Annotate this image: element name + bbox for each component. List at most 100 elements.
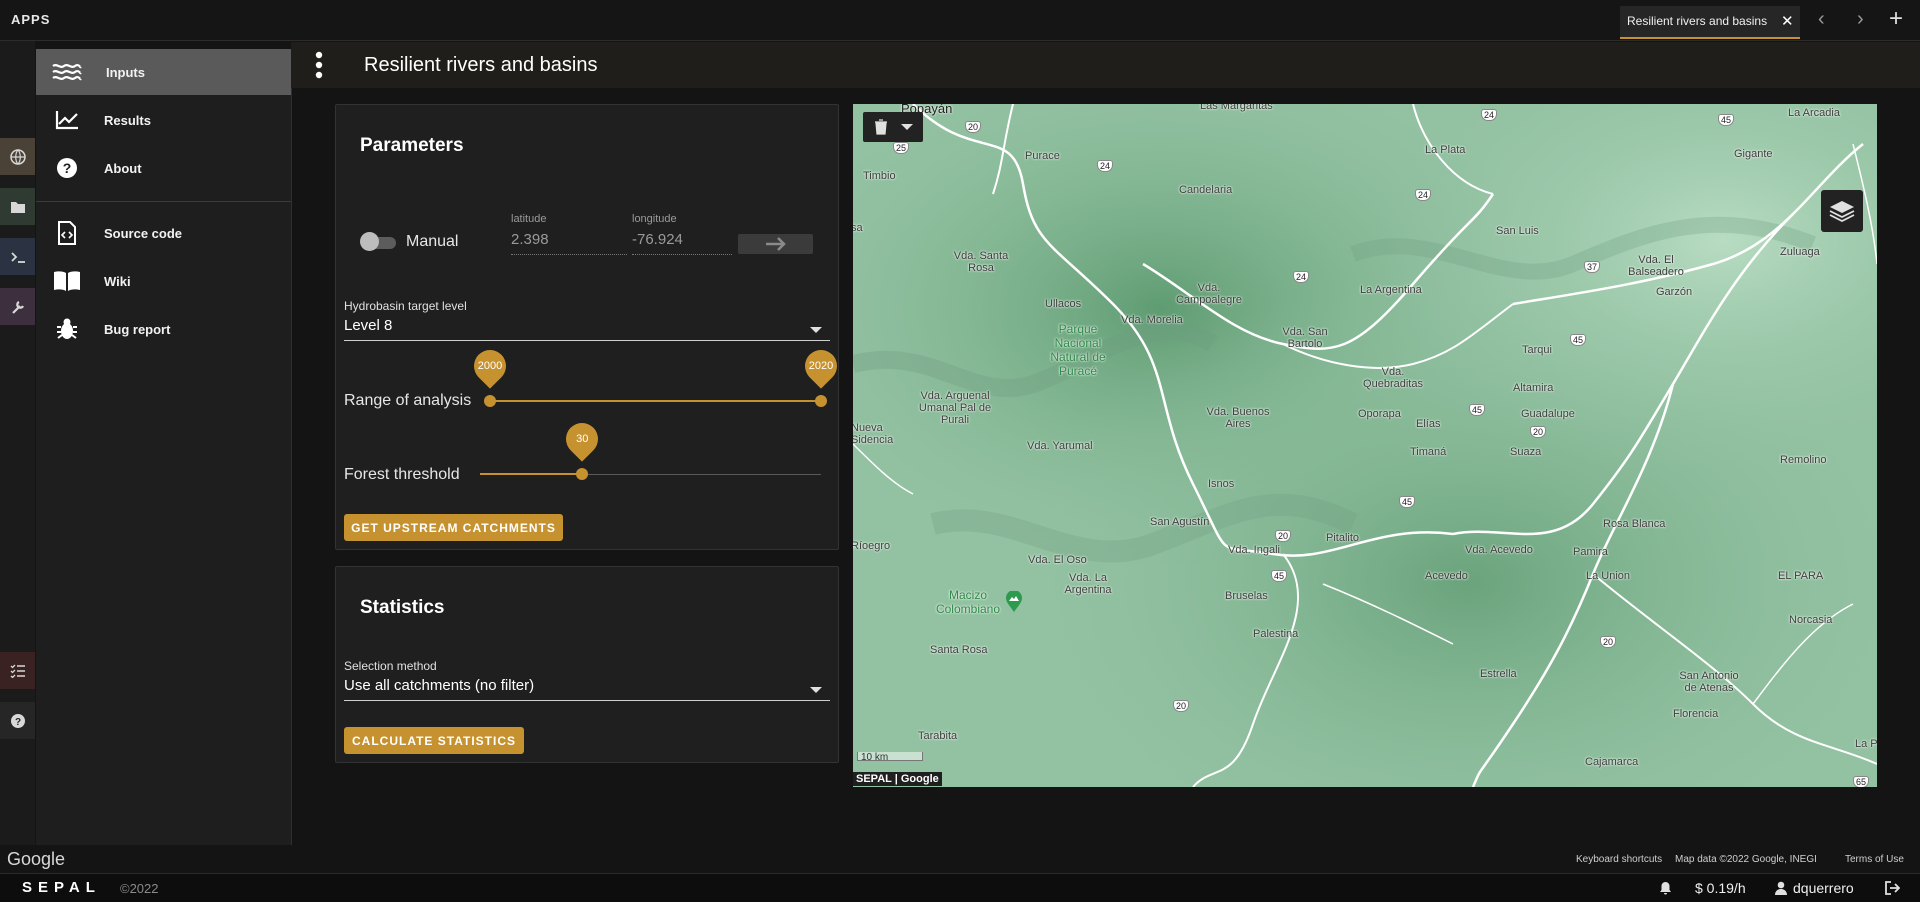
add-tab-icon[interactable]: + <box>1889 5 1903 33</box>
drawer-divider <box>36 201 291 202</box>
drawer-item-inputs[interactable]: Inputs <box>36 49 291 95</box>
map-place-label: Vda. Morelia <box>1121 314 1183 326</box>
map-place-label: Estrella <box>1480 668 1517 680</box>
map[interactable]: Popayán Purace Timbio La Plata Candelari… <box>853 104 1877 787</box>
map-place-label: Las Margaritas <box>1200 104 1273 112</box>
chevron-right-icon[interactable]: › <box>1857 8 1864 31</box>
map-place-label: Purace <box>1025 150 1060 162</box>
file-code-icon <box>50 219 84 247</box>
selection-method-value: Use all catchments (no filter) <box>344 677 535 694</box>
get-upstream-catchments-button[interactable]: GET UPSTREAM CATCHMENTS <box>344 514 563 541</box>
chevron-down-icon <box>810 687 822 693</box>
navigation-drawer: Inputs Results ? About Source code Wiki … <box>36 49 292 845</box>
route-shield: 24 <box>1293 271 1310 283</box>
map-place-label: Palestina <box>1253 628 1299 640</box>
chart-line-icon <box>50 106 84 134</box>
latitude-field[interactable]: latitude 2.398 <box>511 213 627 255</box>
user-icon <box>1775 881 1787 895</box>
drawer-item-source-code[interactable]: Source code <box>36 210 291 256</box>
longitude-underline <box>632 254 732 255</box>
terminal-icon[interactable] <box>0 238 35 275</box>
map-place-label: Vda. Campoalegre <box>1175 282 1243 306</box>
map-place-label: Oporapa <box>1358 408 1401 420</box>
map-place-label: Tarqui <box>1522 344 1552 356</box>
map-place-label: Vda. Santa Rosa <box>953 250 1009 274</box>
map-place-label: sa <box>853 222 863 234</box>
more-vert-icon[interactable] <box>313 51 325 79</box>
trash-icon[interactable] <box>874 119 888 135</box>
range-start-thumb[interactable] <box>484 395 496 407</box>
route-shield: 45 <box>1718 114 1735 126</box>
chevron-left-icon[interactable]: ‹ <box>1818 8 1825 31</box>
map-place-label: Vda. Quebraditas <box>1363 366 1423 390</box>
map-place-label: Vda. El Balseadero <box>1628 254 1684 278</box>
folder-icon[interactable] <box>0 188 35 225</box>
apps-label: APPS <box>11 12 51 27</box>
svg-text:?: ? <box>63 160 72 176</box>
selection-method-select[interactable]: Selection method Use all catchments (no … <box>344 659 830 701</box>
manual-switch[interactable] <box>360 232 396 251</box>
logout-icon[interactable] <box>1885 881 1900 895</box>
map-place-label: Nueva Sidencia <box>853 422 894 446</box>
map-place-label: Vda. La Argentina <box>1064 572 1112 596</box>
mountain-marker-icon[interactable] <box>1005 591 1023 613</box>
map-place-label: Isnos <box>1208 478 1235 490</box>
draw-control[interactable] <box>863 112 923 142</box>
layers-icon <box>1829 201 1855 222</box>
map-place-label: La Union <box>1586 570 1631 582</box>
tasks-icon[interactable] <box>0 652 35 689</box>
map-attribution[interactable]: SEPAL | Google <box>853 772 942 786</box>
longitude-field[interactable]: longitude -76.924 <box>632 213 732 255</box>
route-shield: 20 <box>1600 636 1617 648</box>
map-place-label: Zuluaga <box>1780 246 1820 258</box>
map-place-label: Vda. Buenos Aires <box>1206 406 1270 430</box>
go-button[interactable] <box>738 234 813 254</box>
app-bar: Resilient rivers and basins <box>291 42 1920 88</box>
layers-button[interactable] <box>1821 190 1863 232</box>
tab-title: Resilient rivers and basins <box>1627 14 1768 28</box>
keyboard-shortcuts-link[interactable]: Keyboard shortcuts <box>1576 854 1662 865</box>
selection-method-label: Selection method <box>344 659 437 673</box>
top-bar: APPS Resilient rivers and basins ✕ ‹ › + <box>0 0 1920 41</box>
close-icon[interactable]: ✕ <box>1781 12 1794 30</box>
drawer-item-about[interactable]: ? About <box>36 145 291 191</box>
calculate-statistics-button[interactable]: CALCULATE STATISTICS <box>344 727 524 754</box>
map-place-label: La Pa <box>1855 738 1877 750</box>
range-end-value: 2020 <box>808 360 834 372</box>
map-place-label: Altamira <box>1513 382 1554 394</box>
map-place-label: Vda. Yarumal <box>1027 440 1093 452</box>
icon-rail: ? <box>0 41 35 845</box>
parameters-card: Parameters Manual latitude 2.398 longitu… <box>335 104 844 550</box>
map-place-label: Florencia <box>1673 708 1719 720</box>
drawer-item-label: Wiki <box>104 273 131 289</box>
sepal-brand[interactable]: SEPAL <box>22 879 101 896</box>
map-place-label: Vda. Ingali <box>1228 544 1280 556</box>
bell-icon[interactable] <box>1659 881 1672 895</box>
forest-thumb[interactable] <box>576 468 589 480</box>
map-place-label: Vda. Arguenal Umanal Pal de Purali <box>918 390 992 426</box>
range-end-thumb[interactable] <box>815 395 827 407</box>
drawer-item-results[interactable]: Results <box>36 97 291 143</box>
route-shield: 65 <box>1853 776 1870 787</box>
hydrobasin-select[interactable]: Hydrobasin target level Level 8 <box>344 299 830 341</box>
map-place-label: Vda. El Oso <box>1028 554 1087 566</box>
forest-track-fill <box>480 473 583 475</box>
range-track <box>490 400 821 402</box>
wrench-icon[interactable] <box>0 288 35 325</box>
drawer-item-label: About <box>104 160 142 176</box>
help-icon[interactable]: ? <box>0 702 35 739</box>
tab-resilient-rivers[interactable]: Resilient rivers and basins ✕ <box>1620 6 1800 39</box>
drawer-item-bug-report[interactable]: Bug report <box>36 306 291 352</box>
drawer-item-wiki[interactable]: Wiki <box>36 258 291 304</box>
map-place-label: Candelaria <box>1179 184 1233 196</box>
drawer-item-label: Results <box>104 112 151 128</box>
map-place-label: Timbio <box>863 170 896 182</box>
globe-icon[interactable] <box>0 138 35 175</box>
cost-rate[interactable]: $ 0.19/h <box>1695 880 1746 896</box>
longitude-label: longitude <box>632 213 677 225</box>
drawer-item-label: Bug report <box>104 321 171 337</box>
username[interactable]: dquerrero <box>1793 880 1854 896</box>
terms-link[interactable]: Terms of Use <box>1845 854 1904 865</box>
route-shield: 20 <box>1173 700 1190 712</box>
chevron-down-icon[interactable] <box>900 124 913 130</box>
